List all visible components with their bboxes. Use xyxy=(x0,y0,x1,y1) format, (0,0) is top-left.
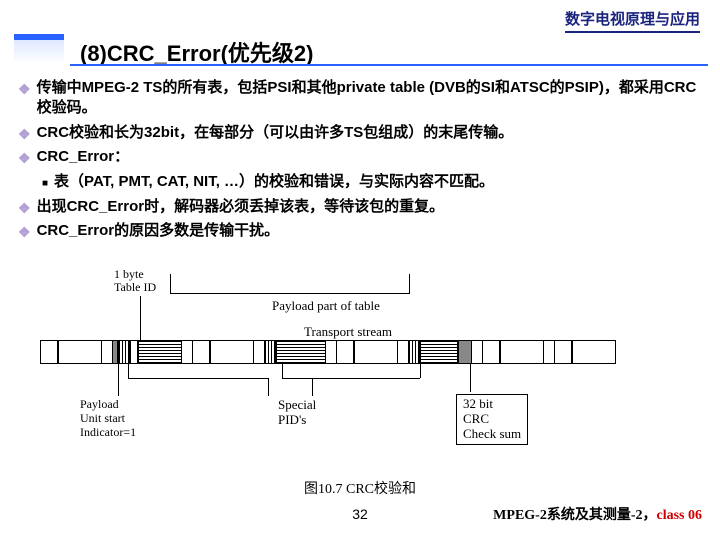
packet-cell xyxy=(500,340,544,364)
label-crc: 32 bit CRC Check sum xyxy=(456,394,528,445)
course-header: 数字电视原理与应用 xyxy=(565,8,700,33)
packet-cell xyxy=(58,340,102,364)
stream-row xyxy=(40,340,680,364)
packet-header xyxy=(408,340,420,364)
bullet-text: CRC_Error的原因多数是传输干扰。 xyxy=(37,221,280,241)
packet-header xyxy=(264,340,276,364)
packet-gap xyxy=(182,340,192,364)
label-pusi: Payload Unit start Indicator=1 xyxy=(80,398,136,439)
packet-cell xyxy=(210,340,254,364)
diamond-icon: ❖ xyxy=(18,149,31,168)
diamond-icon: ❖ xyxy=(18,80,31,99)
subbullet-text: 表（PAT, PMT, CAT, NIT, …）的校验和错误，与实际内容不匹配。 xyxy=(54,172,494,192)
footer-red: class 06 xyxy=(657,508,703,523)
subbullet-item: ■ 表（PAT, PMT, CAT, NIT, …）的校验和错误，与实际内容不匹… xyxy=(42,172,708,192)
packet-payload xyxy=(420,340,458,364)
label-transport-stream: Transport stream xyxy=(304,324,392,340)
bullet-text: 出现CRC_Error时，解码器必须丢掉该表，等待该包的重复。 xyxy=(37,197,445,217)
arrow-line xyxy=(128,378,268,379)
diamond-icon: ❖ xyxy=(18,125,31,144)
arrow-line xyxy=(268,378,269,396)
bullet-item: ❖ 传输中MPEG-2 TS的所有表，包括PSI和其他private table… xyxy=(18,78,708,119)
packet-cell xyxy=(482,340,500,364)
arrow-line xyxy=(420,364,421,378)
bullet-text: CRC_Error： xyxy=(37,147,130,167)
bullet-item: ❖ CRC_Error的原因多数是传输干扰。 xyxy=(18,221,708,242)
arrow-line xyxy=(312,378,313,396)
packet-gap xyxy=(398,340,408,364)
label-tableid: 1 byte Table ID xyxy=(114,268,156,294)
packet-cell xyxy=(192,340,210,364)
arrow-line xyxy=(312,378,420,379)
diagram: 1 byte Table ID Payload part of table Tr… xyxy=(40,268,680,448)
packet-cell xyxy=(554,340,572,364)
bullet-text: 传输中MPEG-2 TS的所有表，包括PSI和其他private table (… xyxy=(37,78,708,119)
bullet-item: ❖ 出现CRC_Error时，解码器必须丢掉该表，等待该包的重复。 xyxy=(18,197,708,218)
title-accent-fade xyxy=(14,40,64,64)
arrow-line xyxy=(140,296,141,340)
packet-cell xyxy=(572,340,616,364)
diamond-icon: ❖ xyxy=(18,199,31,218)
packet-gap xyxy=(102,340,112,364)
bullet-item: ❖ CRC_Error： xyxy=(18,147,708,168)
packet-header xyxy=(118,340,130,364)
arrow-line xyxy=(118,364,119,396)
arrow-line xyxy=(282,364,283,378)
packet-gap xyxy=(472,340,482,364)
packet-cell xyxy=(336,340,354,364)
packet-gap xyxy=(326,340,336,364)
title-bar: (8)CRC_Error(优先级2) xyxy=(0,34,720,66)
footer-text: MPEG-2系统及其测量-2，class 06 xyxy=(493,504,702,524)
label-special-pid: Special PID's xyxy=(278,398,316,428)
packet-tableid xyxy=(130,340,138,364)
title-underline xyxy=(70,64,708,66)
diamond-icon: ❖ xyxy=(18,223,31,242)
packet-cell xyxy=(40,340,58,364)
label-payload: Payload part of table xyxy=(272,298,380,314)
bracket-top xyxy=(170,274,410,294)
bullet-text: CRC校验和长为32bit，在每部分（可以由许多TS包组成）的末尾传输。 xyxy=(37,123,514,143)
arrow-line xyxy=(470,364,471,392)
arrow-line xyxy=(282,378,312,379)
packet-payload xyxy=(138,340,182,364)
packet-payload xyxy=(276,340,326,364)
content-area: ❖ 传输中MPEG-2 TS的所有表，包括PSI和其他private table… xyxy=(18,78,708,246)
arrow-line xyxy=(128,364,129,378)
bullet-item: ❖ CRC校验和长为32bit，在每部分（可以由许多TS包组成）的末尾传输。 xyxy=(18,123,708,144)
square-icon: ■ xyxy=(42,177,48,191)
packet-gap xyxy=(544,340,554,364)
packet-cell xyxy=(354,340,398,364)
footer-black: MPEG-2系统及其测量-2， xyxy=(493,508,656,523)
packet-gap xyxy=(254,340,264,364)
figure-caption: 图10.7 CRC校验和 xyxy=(0,478,720,498)
packet-crc xyxy=(458,340,472,364)
